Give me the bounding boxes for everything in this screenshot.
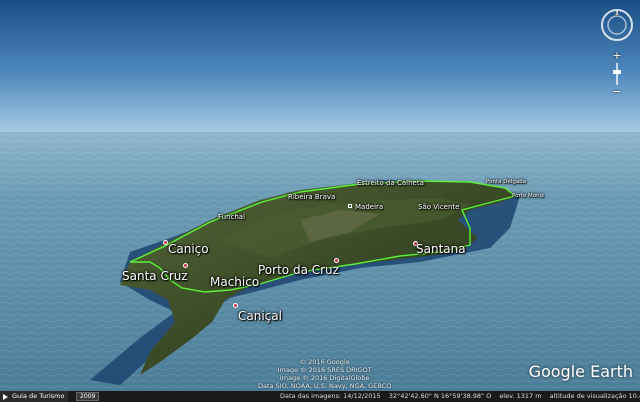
copyright-line-3: Image © 2016 DigitalGlobe xyxy=(279,374,370,382)
place-label-porto-moniz[interactable]: Porto Moniz xyxy=(512,193,544,200)
minus-icon[interactable]: − xyxy=(611,86,623,98)
imagery-date: Data das imagens: 14/12/2015 xyxy=(280,392,381,400)
place-marker-santa-cruz[interactable] xyxy=(183,263,188,268)
place-label-canical[interactable]: Caniçal xyxy=(238,310,282,322)
place-label-santana[interactable]: Santana xyxy=(416,243,466,255)
plus-icon[interactable]: + xyxy=(611,50,623,62)
copyright-line-2: Image © 2016 SRES DRIGOT xyxy=(277,366,372,374)
google-earth-logo: Google Earth xyxy=(528,362,633,381)
earth-3d-view[interactable]: Funchal Caniço Santa Cruz Machico Porto … xyxy=(0,0,640,402)
coordinates-readout: 32°42'42.60" N 16°59'38.98" O xyxy=(388,392,492,400)
svg-text:N: N xyxy=(615,12,619,18)
place-label-machico[interactable]: Machico xyxy=(210,276,259,288)
place-label-canico[interactable]: Caniço xyxy=(168,243,209,255)
place-label-funchal[interactable]: Funchal xyxy=(218,214,245,221)
compass-ring-icon[interactable]: N xyxy=(600,8,634,42)
copyright-line-4: Data SIO, NOAA, U.S. Navy, NGA, GEBCO xyxy=(258,382,392,390)
place-label-ponta-delgada[interactable]: Ponta Delgada xyxy=(486,179,526,186)
place-label-porto-da-cruz[interactable]: Porto da Cruz xyxy=(258,264,339,276)
eye-altitude-readout: altitude de visualização 10.47 km xyxy=(549,392,640,400)
elevation-readout: elev. 1317 m xyxy=(499,392,542,400)
copyright-line-1: © 2016 Google xyxy=(299,358,350,366)
place-label-ribeira-brava[interactable]: Ribeira Brava xyxy=(288,194,335,201)
zoom-slider[interactable]: + − xyxy=(611,50,623,98)
tour-guide-button[interactable]: Guia de Turismo xyxy=(0,391,69,402)
terrain-scene[interactable] xyxy=(0,0,640,402)
place-label-santa-cruz[interactable]: Santa Cruz xyxy=(122,270,188,282)
place-label-estreito-da-calheta[interactable]: Estreito da Calheta xyxy=(357,180,424,187)
place-marker-madeira[interactable] xyxy=(348,204,352,208)
status-readout: Data das imagens: 14/12/2015 32°42'42.60… xyxy=(280,391,640,402)
imagery-copyright: © 2016 Google Image © 2016 SRES DRIGOT I… xyxy=(258,358,391,390)
place-label-madeira[interactable]: Madeira xyxy=(355,204,383,211)
place-marker-canical[interactable] xyxy=(233,303,238,308)
zoom-track[interactable] xyxy=(616,63,618,85)
place-label-sao-vicente[interactable]: São Vicente xyxy=(418,204,459,211)
status-bar: Guia de Turismo 2009 Data das imagens: 1… xyxy=(0,391,640,402)
historical-imagery-year-button[interactable]: 2009 xyxy=(76,392,100,401)
zoom-knob[interactable] xyxy=(613,70,621,74)
